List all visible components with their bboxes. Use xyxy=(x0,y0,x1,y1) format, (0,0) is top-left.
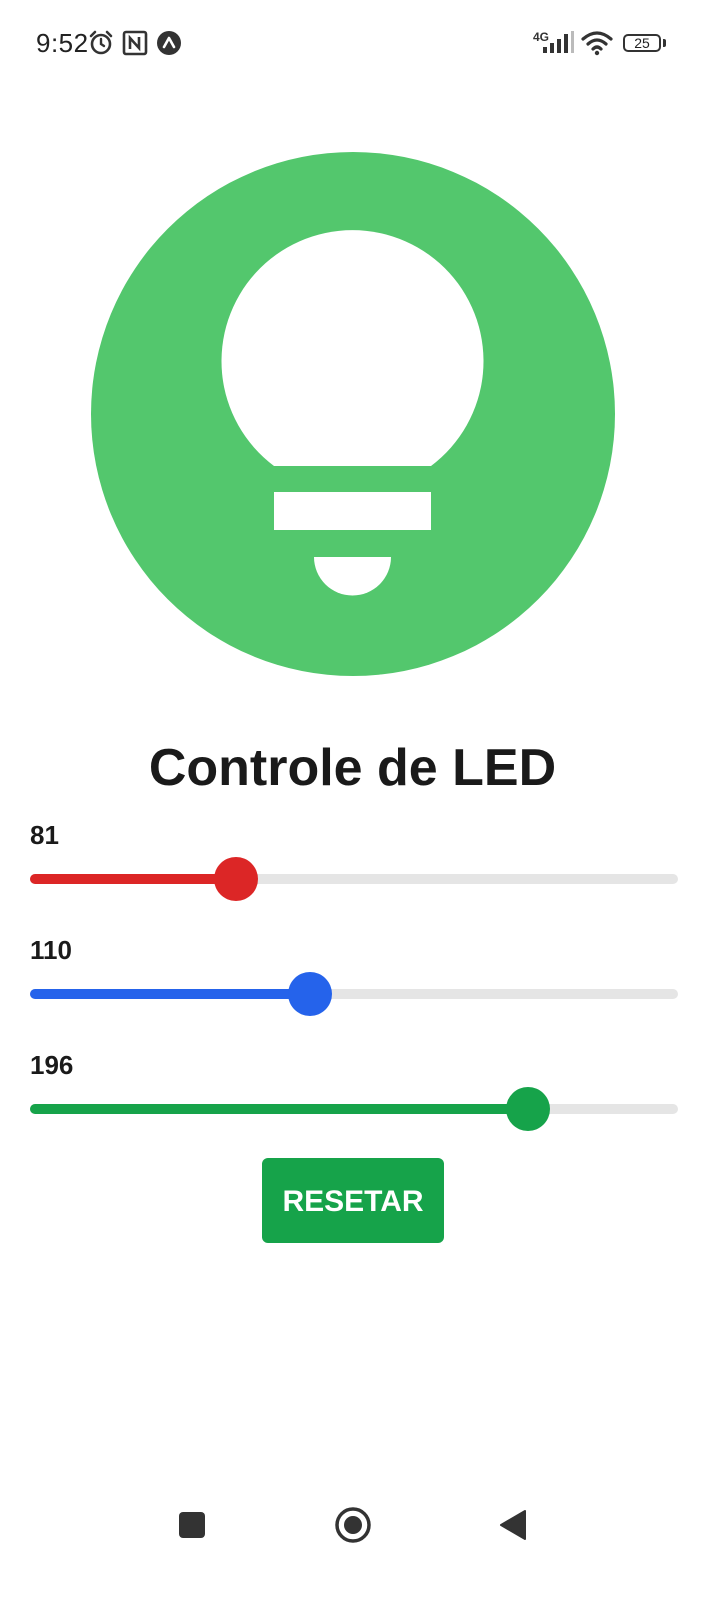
blue-slider-thumb[interactable] xyxy=(287,972,332,1016)
wifi-icon xyxy=(581,30,613,56)
nfc-icon xyxy=(122,30,148,56)
red-slider-fill xyxy=(30,874,236,884)
bulb-base-band xyxy=(274,492,431,530)
green-slider-fill xyxy=(30,1104,529,1114)
battery-level: 25 xyxy=(634,35,650,51)
blue-slider-value: 110 xyxy=(30,935,72,965)
blue-slider[interactable]: 110 xyxy=(30,935,678,1025)
expo-app-icon xyxy=(156,30,182,56)
recents-icon[interactable] xyxy=(170,1503,214,1547)
home-icon[interactable] xyxy=(331,1503,375,1547)
reset-button[interactable]: RESETAR xyxy=(262,1158,444,1243)
red-slider-thumb[interactable] xyxy=(213,857,258,901)
green-slider-thumb[interactable] xyxy=(506,1087,551,1131)
red-slider-track[interactable] xyxy=(30,874,678,884)
red-slider-value: 81 xyxy=(30,820,59,850)
status-time: 9:52 xyxy=(36,28,89,58)
blue-slider-fill xyxy=(30,989,310,999)
green-slider-track[interactable] xyxy=(30,1104,678,1114)
green-slider-value: 196 xyxy=(30,1050,74,1080)
app-screen: 9:52 4G 25 Controle de LED 81 110 196 RE… xyxy=(0,0,720,1600)
alarm-icon xyxy=(88,30,114,56)
battery-icon: 25 xyxy=(623,34,661,52)
red-slider[interactable]: 81 xyxy=(30,820,678,910)
back-icon[interactable] xyxy=(492,1503,536,1547)
page-title: Controle de LED xyxy=(148,739,557,797)
lightbulb-icon xyxy=(91,152,615,676)
status-bar: 9:52 4G 25 xyxy=(0,0,720,90)
green-slider[interactable]: 196 xyxy=(30,1050,678,1140)
signal-icon xyxy=(542,30,574,56)
battery-tip xyxy=(663,39,666,47)
blue-slider-track[interactable] xyxy=(30,989,678,999)
